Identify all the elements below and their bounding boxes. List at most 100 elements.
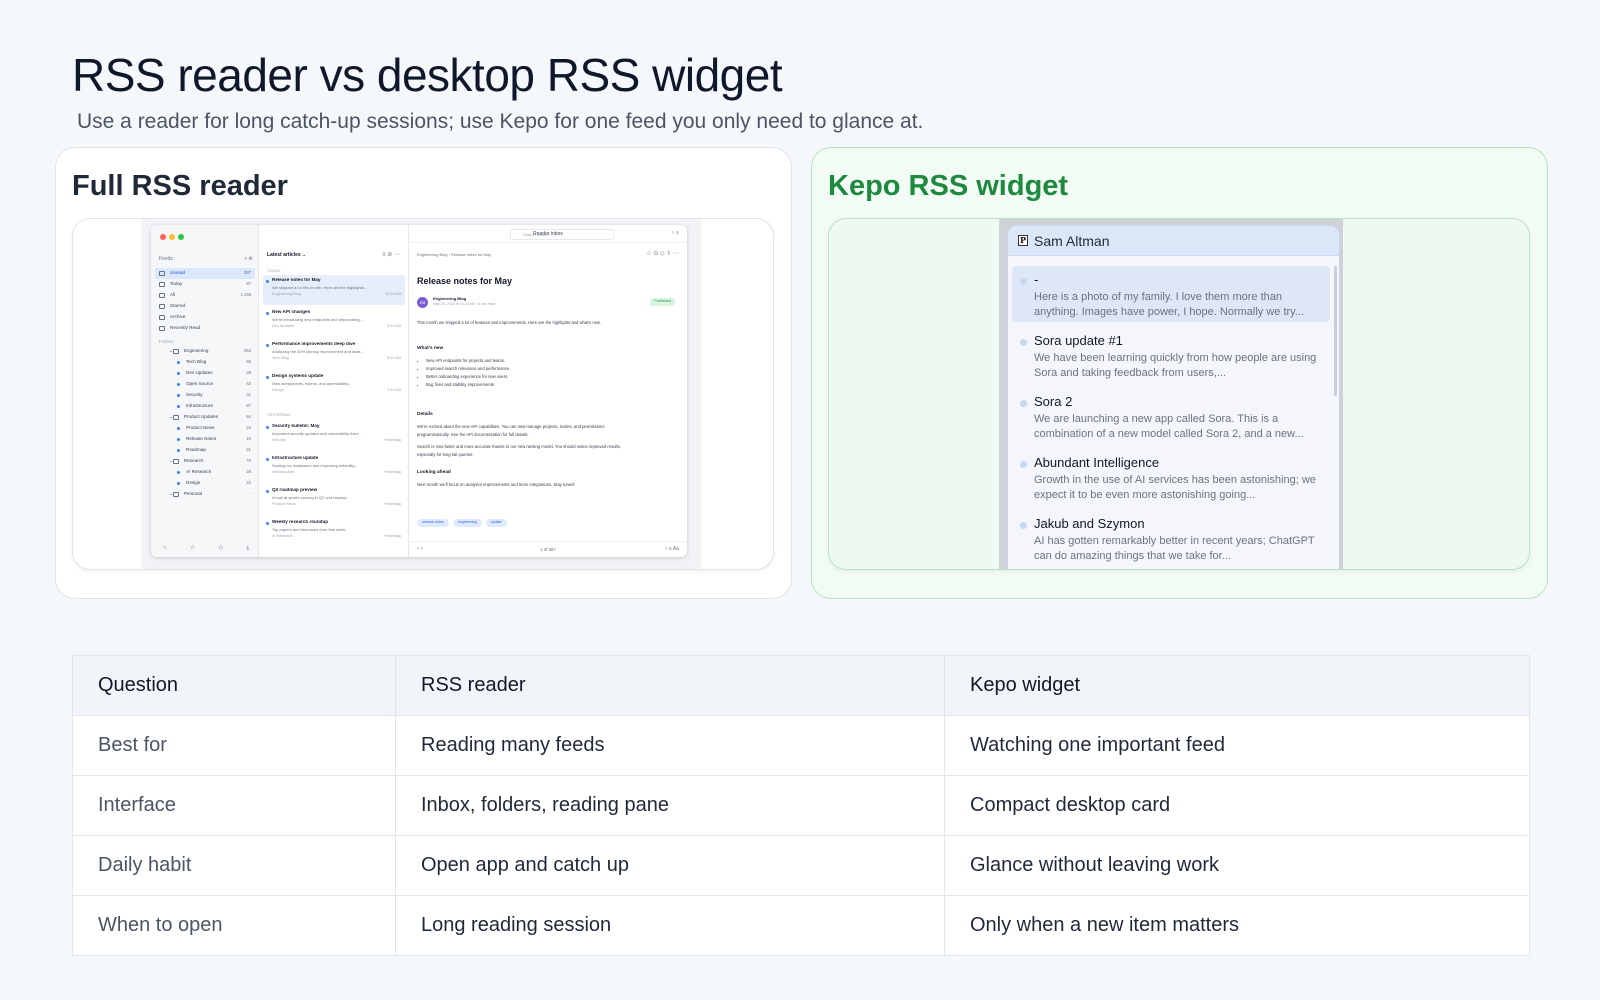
- list-item-title: Weekly research roundup: [272, 520, 329, 524]
- sidebar-item-label: Today: [170, 281, 183, 287]
- sidebar-item[interactable]: Archive: [155, 312, 255, 323]
- list-item-title: Performance improvements deep dive: [272, 342, 356, 346]
- folder-item[interactable]: AI Research 28: [155, 467, 255, 478]
- sidebar-item[interactable]: Unread 387: [155, 268, 255, 279]
- unread-dot-icon: [1020, 278, 1027, 285]
- table-cell: Reading many feeds: [395, 715, 945, 776]
- table-header-cell: RSS reader: [395, 655, 945, 716]
- folder-label: Product News: [186, 425, 215, 431]
- looking-ahead-heading: Looking ahead: [417, 470, 451, 475]
- list-item-source: Security: [272, 437, 286, 442]
- sidebar-item[interactable]: All 1,245: [155, 290, 255, 301]
- refresh-icon[interactable]: ○: [163, 545, 167, 551]
- star-icon[interactable]: ☆: [190, 545, 195, 551]
- list-item-title: Release notes for May: [272, 278, 321, 282]
- list-item[interactable]: Performance improvements deep dive Analyz…: [263, 339, 405, 369]
- search-input[interactable]: Search articles: [510, 229, 614, 240]
- folder-item[interactable]: ⌄ Personal -: [155, 489, 255, 500]
- list-item-time: 10:24 AM: [384, 291, 401, 296]
- list-item[interactable]: Release notes for May We shipped a lot th…: [263, 275, 405, 305]
- folder-label: Roadmap: [186, 447, 206, 453]
- folder-item[interactable]: Release Notes 19: [155, 434, 255, 445]
- close-window-icon[interactable]: [160, 234, 166, 240]
- sidebar-item[interactable]: Recently Read: [155, 323, 255, 334]
- folder-label: Tech Blog: [186, 359, 207, 365]
- folder-item[interactable]: Open Source 42: [155, 379, 255, 390]
- widget-item[interactable]: Jakub and Szymon AI has gotten remarkably…: [1012, 510, 1330, 569]
- widget-item[interactable]: - Here is a photo of my family. I love th…: [1012, 266, 1330, 322]
- table-cell: Long reading session: [395, 895, 945, 956]
- folder-label: Research: [183, 458, 204, 464]
- table-question-cell: Interface: [72, 775, 396, 836]
- table-cell: Inbox, folders, reading pane: [395, 775, 945, 836]
- sidebar-item-count: 387: [244, 270, 251, 276]
- folder-item[interactable]: ⌄ Product Updates 64: [155, 412, 255, 423]
- folder-icon: [159, 271, 165, 276]
- folder-count: 38: [246, 370, 251, 376]
- list-item-meta: Product News Yesterday: [272, 502, 401, 507]
- tag-chip[interactable]: update: [485, 519, 507, 527]
- list-tools[interactable]: ≡ ⊘ ⋯: [382, 252, 400, 258]
- unread-dot-icon: [1020, 461, 1027, 468]
- folder-item[interactable]: Dev Updates 38: [155, 368, 255, 379]
- list-item[interactable]: Infrastructure update Scaling our databas…: [263, 453, 405, 483]
- folder-label: Infrastructure: [186, 403, 214, 409]
- list-item-time: Yesterday: [384, 469, 401, 474]
- widget-item-title: Sora 2: [1034, 394, 1073, 409]
- zoom-window-icon[interactable]: [178, 234, 184, 240]
- list-item[interactable]: Design systems update New components, tok…: [263, 371, 405, 401]
- minimize-window-icon[interactable]: [169, 234, 175, 240]
- folder-item[interactable]: Infrastructure 87: [155, 401, 255, 412]
- tag-chip[interactable]: engineering: [452, 519, 482, 527]
- article-meta: May 24, 2025 at 10:24 AM · 5 min read: [433, 302, 496, 306]
- sidebar-item[interactable]: Starred: [155, 301, 255, 312]
- widget-item-snippet: Growth in the use of AI services has bee…: [1034, 474, 1316, 501]
- folder-item[interactable]: ⌄ Engineering 253: [155, 346, 255, 357]
- sidebar-item-label: Recently Read: [170, 325, 201, 331]
- folder-item[interactable]: Design 22: [155, 478, 255, 489]
- download-icon[interactable]: ⤓: [246, 545, 249, 551]
- sidebar-item-count: 1,245: [240, 292, 251, 298]
- folder-count: 24: [246, 425, 251, 431]
- article-list-header[interactable]: Latest articles ⌄: [267, 253, 306, 258]
- table-question-cell: Daily habit: [72, 835, 396, 896]
- folder-count: 21: [246, 447, 251, 453]
- list-item[interactable]: Security bulletin: May Important security…: [263, 421, 405, 451]
- widget-item[interactable]: Abundant Intelligence Growth in the use o…: [1012, 449, 1330, 510]
- folder-icon: [159, 282, 165, 287]
- add-feed-icon[interactable]: + ⚙: [244, 257, 253, 262]
- table-cell: Glance without leaving work: [944, 835, 1530, 896]
- list-item[interactable]: Q2 roadmap preview A look at what's comin…: [263, 485, 405, 515]
- table-cell: Compact desktop card: [944, 775, 1530, 836]
- widget-item-title: Sora update #1: [1034, 333, 1123, 348]
- list-item-snippet: We shipped a lot this month. Here are th…: [272, 285, 368, 290]
- topbar-icons[interactable]: ○ ≡: [672, 231, 679, 236]
- tag-chip[interactable]: release-notes: [417, 519, 449, 527]
- feed-dot-icon: [177, 405, 180, 408]
- list-item[interactable]: New API changes We're introducing new end…: [263, 307, 405, 337]
- folder-item[interactable]: ⌄ Research 70: [155, 456, 255, 467]
- tag-icon[interactable]: ◇: [218, 545, 223, 551]
- folder-item[interactable]: Product News 24: [155, 423, 255, 434]
- folder-icon: [159, 293, 165, 298]
- widget-item[interactable]: Sora update #1 We have been learning quic…: [1012, 327, 1330, 388]
- widget-scrollbar[interactable]: [1334, 266, 1337, 396]
- unread-dot-icon: [266, 458, 269, 461]
- details-heading: Details: [417, 412, 433, 417]
- feed-dot-icon: [177, 482, 180, 485]
- article-actions[interactable]: ☆ ⊙ ◇ ⇧ ⋯: [646, 251, 679, 257]
- feed-logo-icon: P: [1018, 235, 1028, 246]
- widget-item[interactable]: Sora 2 We are launching a new app called …: [1012, 388, 1330, 449]
- folder-item[interactable]: Roadmap 21: [155, 445, 255, 456]
- reader-sidebar: Feeds + ⚙ Unread 387 Today 87 All 1,245 Starre…: [151, 225, 259, 557]
- list-item[interactable]: Weekly research roundup Top papers and re…: [263, 517, 405, 547]
- folder-item[interactable]: Security 31: [155, 390, 255, 401]
- list-item-title: Q2 roadmap preview: [272, 488, 318, 492]
- whats-new-item: Bug fixes and stability improvements.: [426, 381, 633, 389]
- reader-nav: Unread 387 Today 87 All 1,245 Starred Archive Re…: [155, 268, 255, 500]
- sidebar-footer: ○ ☆ ◇ ⤓: [163, 545, 249, 551]
- folder-item[interactable]: Tech Blog 65: [155, 357, 255, 368]
- folder-label: AI Research: [186, 469, 212, 475]
- view-options-icon[interactable]: ○ ≡ Aa: [664, 547, 679, 552]
- sidebar-item[interactable]: Today 87: [155, 279, 255, 290]
